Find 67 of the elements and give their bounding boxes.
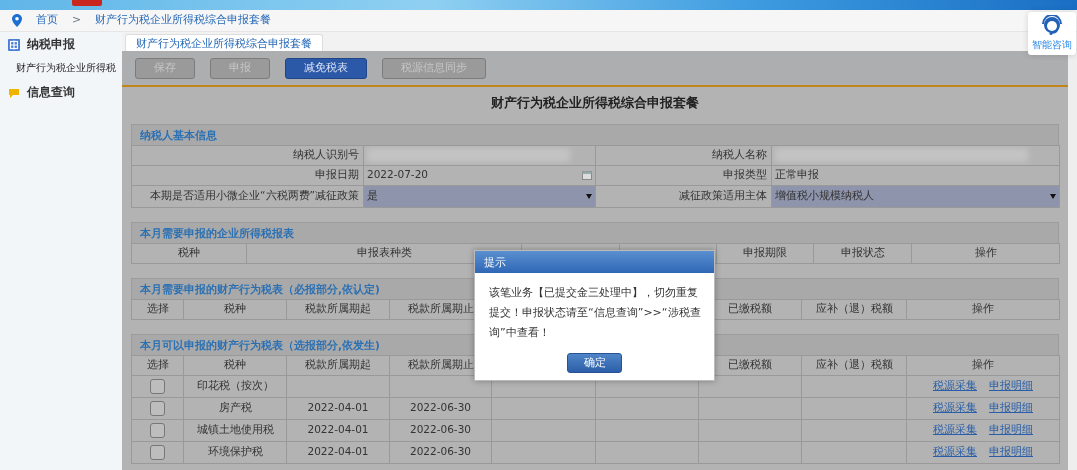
action-link[interactable]: 申报明细 [989,423,1033,436]
column-header: 申报期限 [716,243,814,264]
field-label: 纳税人名称 [595,145,772,166]
dialog-title: 提示 [475,251,714,273]
field-label: 减征政策适用主体 [595,185,772,208]
calendar-icon[interactable] [582,170,592,180]
field-label: 申报类型 [595,165,772,186]
column-header: 应补（退）税额 [801,355,907,376]
table-cell: 2022-06-30 [389,397,492,420]
action-link[interactable]: 税源采集 [933,423,977,436]
table-cell: 印花税（按次） [183,375,287,398]
column-header: 选择 [131,299,184,320]
column-header: 税种 [183,355,287,376]
action-link[interactable]: 申报明细 [989,379,1033,392]
field-label: 申报日期 [131,165,364,186]
table-cell: 2022-06-30 [389,419,492,442]
caret-icon [586,193,592,199]
table-cell: 2022-06-30 [389,441,492,464]
breadcrumb-link[interactable]: 首页 [36,12,58,29]
location-pin-icon [12,14,22,27]
table-cell: 房产税 [183,397,287,420]
help-button[interactable]: 智能咨询 [1028,12,1076,55]
table-cell: 2022-04-01 [286,441,390,464]
column-header: 选择 [131,355,184,376]
chat-bubble-icon [8,86,20,99]
column-header: 操作 [911,243,1060,264]
column-header: 税款所属期起 [286,355,390,376]
table-cell: 2022-04-01 [286,419,390,442]
action-link[interactable]: 申报明细 [989,401,1033,414]
select-field[interactable]: 增值税小规模纳税人 [771,185,1060,208]
column-header: 操作 [906,355,1060,376]
tab[interactable]: 财产行为税企业所得税综合申报套餐 [125,34,323,51]
form-title: 财产行为税企业所得税综合申报套餐 [490,94,700,112]
caret-icon [1050,193,1056,199]
checkbox[interactable] [150,400,165,416]
confirm-button[interactable]: 确定 [567,353,622,373]
sidebar-group[interactable]: 纳税申报 [27,36,75,54]
toolbar-button[interactable]: 减免税表 [285,57,367,79]
sidebar-item[interactable]: 财产行为税企业所得税 [0,57,122,81]
select-field[interactable]: 是 [363,185,596,208]
column-header: 操作 [906,299,1060,320]
column-header: 应补（退）税额 [801,299,907,320]
field-value: 正常申报 [775,168,819,181]
action-link[interactable]: 税源采集 [933,379,977,392]
checkbox[interactable] [150,378,165,394]
breadcrumb-link[interactable]: 财产行为税企业所得税综合申报套餐 [95,12,272,29]
headset-icon [1041,15,1063,37]
section-header: 本月需要申报的企业所得税报表 [131,221,1059,243]
column-header: 税种 [183,299,287,320]
checkbox[interactable] [150,422,165,438]
table-cell: 城镇土地使用税 [183,419,287,442]
breadcrumb-separator: > [72,12,82,29]
table-cell: 2022-04-01 [286,397,390,420]
column-header: 税种 [131,243,247,264]
section-header: 纳税人基本信息 [131,123,1059,145]
action-link[interactable]: 税源采集 [933,445,977,458]
date-value: 2022-07-20 [367,167,429,183]
column-header: 税款所属期起 [286,299,390,320]
field-label: 纳税人识别号 [131,145,364,166]
grid-icon [8,38,20,51]
column-header: 申报状态 [813,243,912,264]
checkbox[interactable] [150,444,165,460]
sidebar-group[interactable]: 信息查询 [27,84,75,102]
field-label: 本期是否适用小微企业“六税两费”减征政策 [131,185,364,208]
action-link[interactable]: 申报明细 [989,445,1033,458]
table-cell: 环境保护税 [183,441,287,464]
action-link[interactable]: 税源采集 [933,401,977,414]
